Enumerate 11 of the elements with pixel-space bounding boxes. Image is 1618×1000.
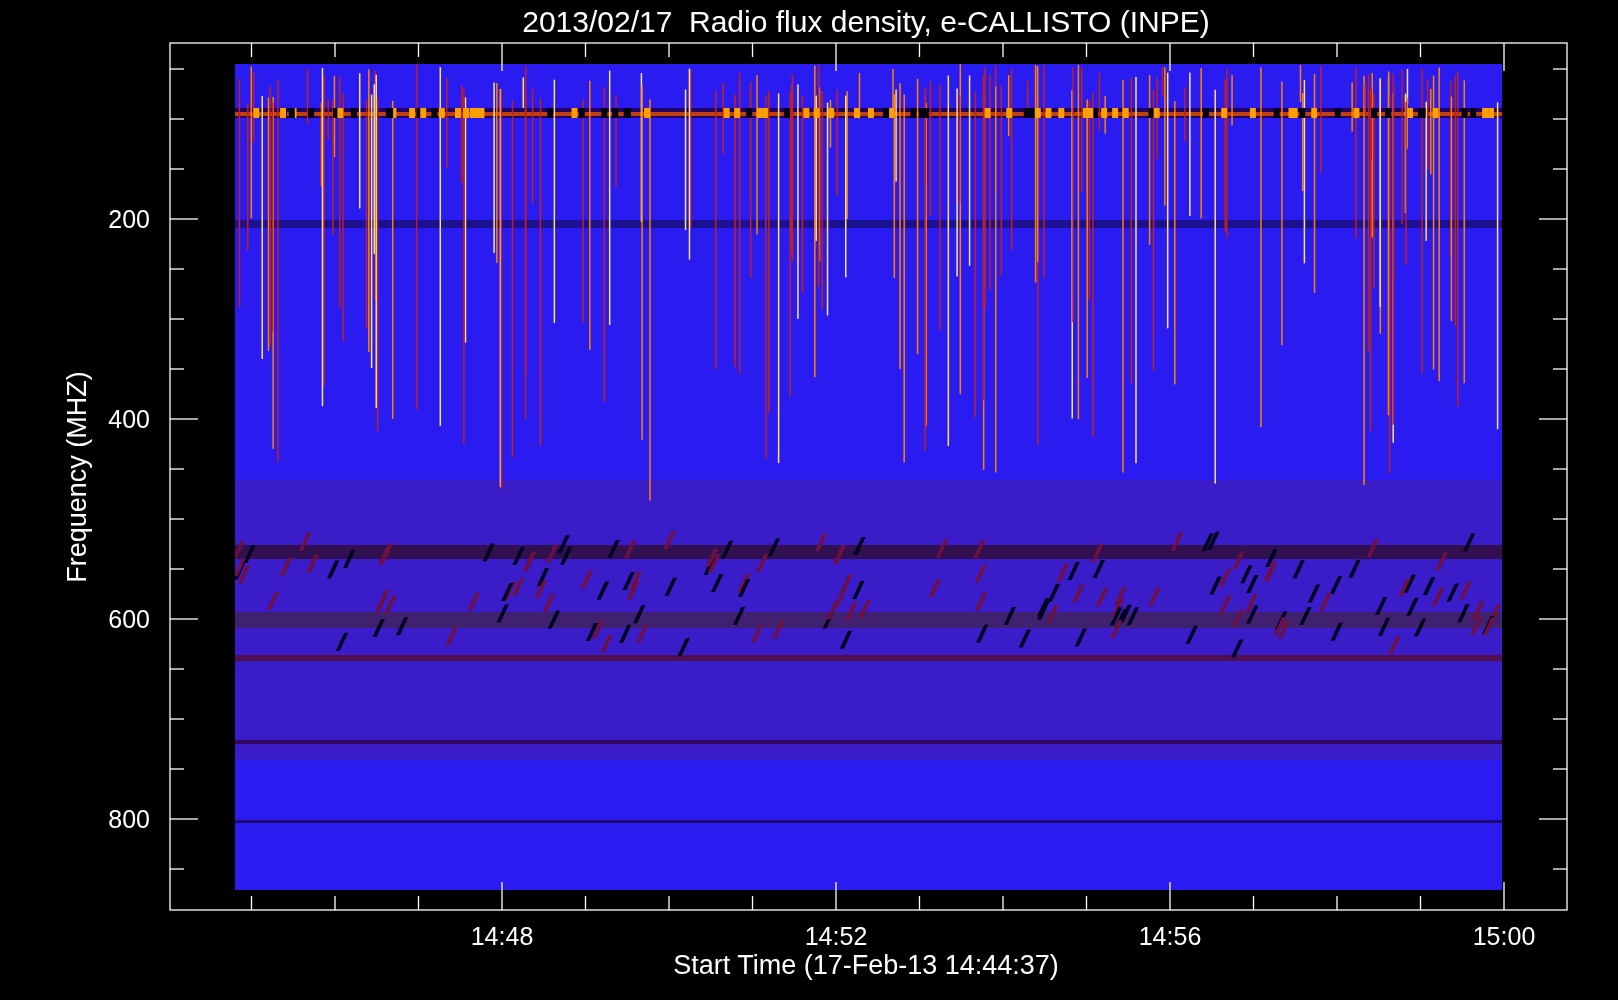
axis-label: Frequency (MHZ) xyxy=(62,371,92,583)
tick-label: 800 xyxy=(108,805,150,833)
axis-label: Start Time (17-Feb-13 14:44:37) xyxy=(673,950,1059,980)
tick-label: 600 xyxy=(108,605,150,633)
tick-label: 14:48 xyxy=(470,922,534,950)
tick-label: 400 xyxy=(108,405,150,433)
plot-title: 2013/02/17 Radio flux density, e-CALLISTO (INPE) xyxy=(522,5,1210,38)
tick-label: 14:52 xyxy=(804,922,868,950)
tick-label: 15:00 xyxy=(1472,922,1536,950)
tick-label: 200 xyxy=(108,205,150,233)
tick-label: 14:56 xyxy=(1138,922,1202,950)
